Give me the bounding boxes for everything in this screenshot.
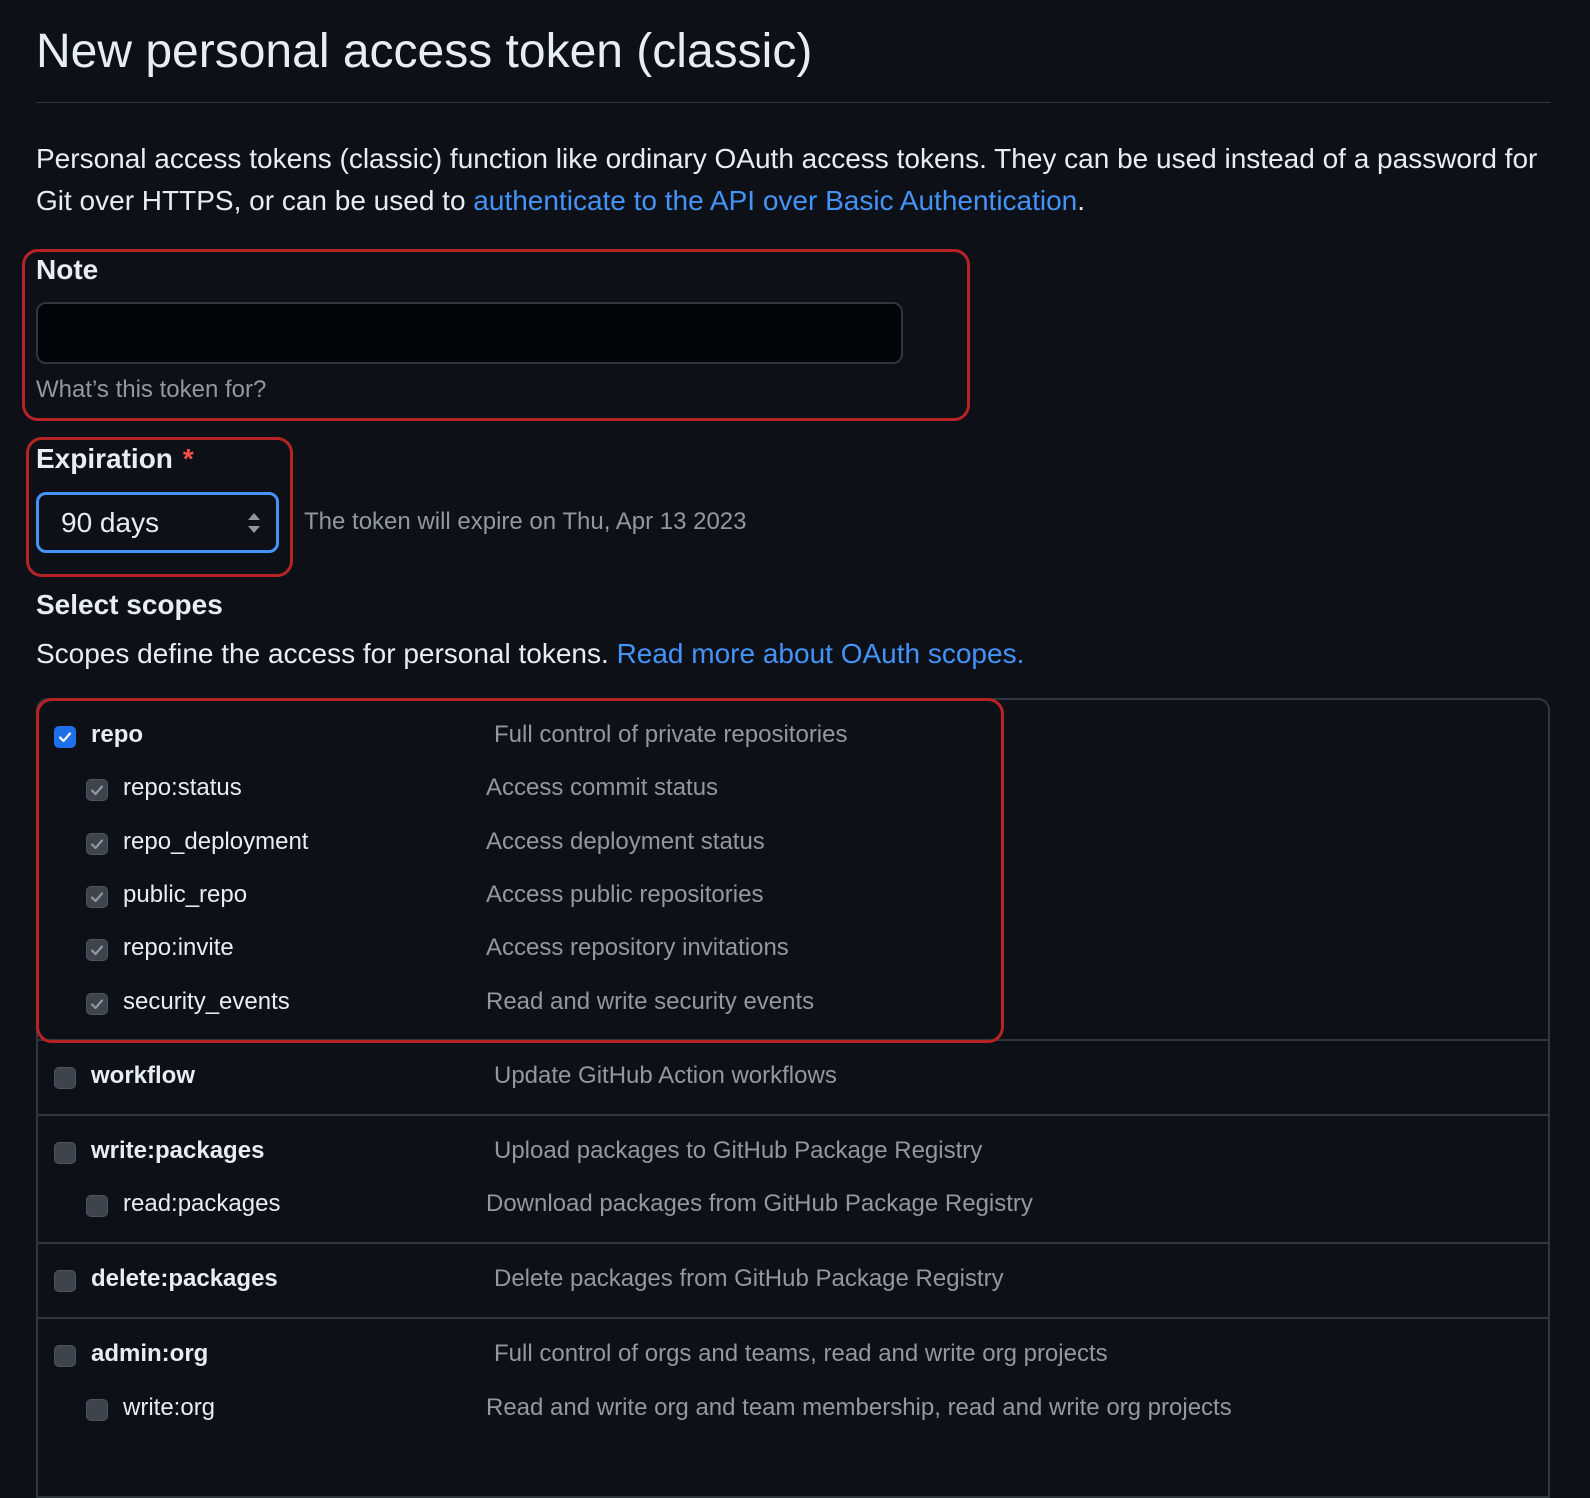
scope-name: public_repo: [123, 881, 248, 908]
scope-name: repo: [91, 721, 144, 748]
scopes-description-text: Scopes define the access for personal to…: [36, 638, 617, 669]
expiration-select[interactable]: 90 days: [36, 492, 279, 553]
scope-description: Update GitHub Action workflows: [494, 1062, 837, 1089]
scope-description: Access deployment status: [486, 828, 765, 855]
expiration-selected-value: 90 days: [61, 506, 160, 538]
check-icon: [90, 999, 104, 1010]
scope-checkbox[interactable]: [54, 1345, 76, 1367]
scope-description: Access commit status: [486, 774, 719, 801]
scope-checkbox[interactable]: [86, 779, 108, 801]
scope-checkbox[interactable]: [86, 1399, 108, 1421]
basic-auth-link[interactable]: authenticate to the API over Basic Authe…: [473, 185, 1077, 216]
scope-checkbox[interactable]: [86, 1195, 108, 1217]
intro-end: .: [1077, 185, 1086, 216]
scope-description: Access public repositories: [486, 881, 764, 908]
scope-row-public-repo: public_repo Access public repositories: [36, 877, 1550, 917]
scope-description: Full control of private repositories: [494, 721, 848, 748]
scope-description: Access repository invitations: [486, 934, 789, 961]
scope-name: read:packages: [123, 1190, 281, 1217]
scope-row-repo-deployment: repo_deployment Access deployment status: [36, 824, 1550, 864]
scope-description: Read and write security events: [486, 988, 815, 1015]
note-input[interactable]: [36, 302, 903, 364]
scope-description: Read and write org and team membership, …: [486, 1394, 1232, 1421]
scope-row-workflow: workflow Update GitHub Action workflows: [36, 1058, 1550, 1098]
scopes-description: Scopes define the access for personal to…: [36, 638, 1024, 670]
row-divider: [36, 1114, 1550, 1116]
scope-name: admin:org: [91, 1340, 209, 1367]
scope-name: write:org: [123, 1394, 216, 1421]
scope-checkbox[interactable]: [86, 886, 108, 908]
scope-row-delete-packages: delete:packages Delete packages from GitH…: [36, 1261, 1550, 1301]
scope-row-read-packages: read:packages Download packages from GitH…: [36, 1186, 1550, 1226]
scope-row-admin-org: admin:org Full control of orgs and teams,…: [36, 1336, 1550, 1376]
row-divider: [36, 1242, 1550, 1244]
scope-row-repo-status: repo:status Access commit status: [36, 770, 1550, 810]
check-icon: [90, 839, 104, 850]
scope-description: Delete packages from GitHub Package Regi…: [494, 1265, 1004, 1292]
scope-name: workflow: [91, 1062, 196, 1089]
intro-paragraph: Personal access tokens (classic) functio…: [36, 138, 1550, 222]
scope-row-repo-invite: repo:invite Access repository invitations: [36, 930, 1550, 970]
scope-row-write-org: write:org Read and write org and team mem…: [36, 1390, 1550, 1430]
expiration-note: The token will expire on Thu, Apr 13 202…: [304, 508, 747, 535]
scope-row-repo: repo Full control of private repositories: [36, 717, 1550, 757]
scope-name: security_events: [123, 988, 290, 1015]
check-icon: [90, 945, 104, 956]
scopes-title: Select scopes: [36, 589, 223, 620]
scope-checkbox[interactable]: [86, 833, 108, 855]
expiration-label: Expiration *: [36, 443, 194, 475]
scope-checkbox[interactable]: [86, 993, 108, 1015]
oauth-scopes-link[interactable]: Read more about OAuth scopes.: [617, 638, 1025, 669]
expiration-label-text: Expiration: [36, 443, 173, 474]
scope-name: repo:invite: [123, 934, 234, 961]
scope-name: repo_deployment: [123, 828, 309, 855]
scope-checkbox[interactable]: [54, 1067, 76, 1089]
scope-row-write-packages: write:packages Upload packages to GitHub …: [36, 1133, 1550, 1173]
scope-description: Download packages from GitHub Package Re…: [486, 1190, 1033, 1217]
check-icon: [90, 785, 104, 796]
note-label: Note: [36, 254, 99, 285]
scope-description: Upload packages to GitHub Package Regist…: [494, 1137, 983, 1164]
note-hint: What’s this token for?: [36, 376, 267, 403]
scope-checkbox[interactable]: [86, 939, 108, 961]
scope-name: delete:packages: [91, 1265, 278, 1292]
scope-row-security-events: security_events Read and write security e…: [36, 984, 1550, 1024]
scope-name: repo:status: [123, 774, 242, 801]
required-asterisk: *: [182, 443, 194, 474]
scope-checkbox[interactable]: [54, 1270, 76, 1292]
row-divider: [36, 1317, 1550, 1319]
title-divider: [36, 102, 1550, 103]
check-icon: [90, 892, 104, 903]
select-arrows-icon: [248, 513, 260, 533]
scope-name: write:packages: [91, 1137, 265, 1164]
check-icon: [58, 732, 72, 743]
scope-checkbox[interactable]: [54, 726, 76, 748]
scope-checkbox[interactable]: [54, 1142, 76, 1164]
page-title: New personal access token (classic): [36, 25, 813, 78]
scope-description: Full control of orgs and teams, read and…: [494, 1340, 1108, 1367]
